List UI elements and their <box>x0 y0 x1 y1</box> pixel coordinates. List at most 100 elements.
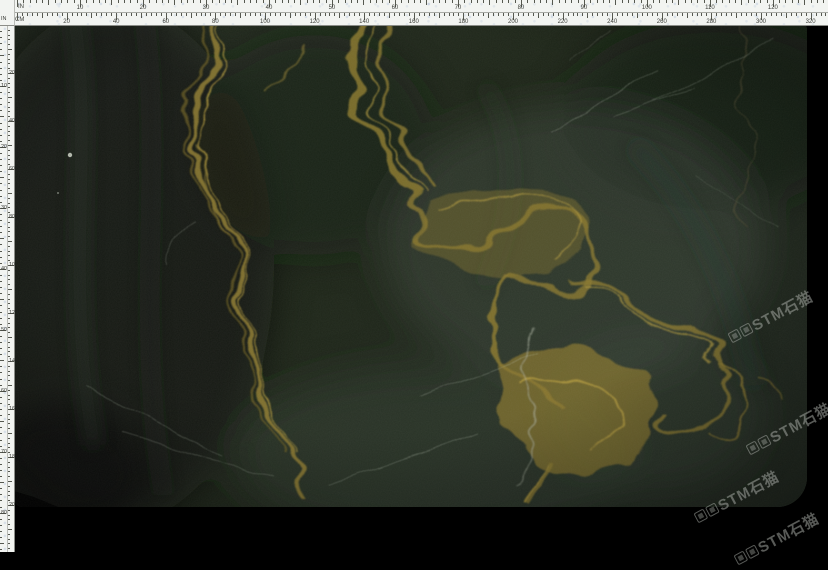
ruler-tick <box>0 171 2 172</box>
ruler-tick <box>464 0 465 3</box>
ruler-tick <box>225 13 226 16</box>
ruler-tick <box>0 153 2 154</box>
ruler-tick <box>27 13 28 16</box>
ruler-tick <box>351 0 352 3</box>
ruler-tick <box>0 421 4 422</box>
watermark-text: STM石猫 <box>754 508 823 558</box>
ruler-tick <box>231 0 232 3</box>
ruler-tick <box>74 0 75 3</box>
ruler-tick <box>245 13 246 16</box>
ruler-tick <box>8 299 10 300</box>
ruler-tick <box>344 13 345 16</box>
ruler-number: 120 <box>768 5 778 11</box>
ruler-tick <box>0 476 2 477</box>
ruler-tick <box>36 0 37 3</box>
slab-image[interactable] <box>14 25 807 507</box>
ruler-tick <box>0 98 2 99</box>
ruler-tick <box>760 0 761 3</box>
ruler-number: 70 <box>455 5 462 11</box>
ruler-tick <box>0 110 2 111</box>
ruler-number: 10 <box>77 5 84 11</box>
ruler-tick <box>379 13 380 16</box>
ruler-tick <box>796 13 797 16</box>
ruler-tick <box>0 385 2 386</box>
ruler-tick <box>250 13 251 16</box>
ruler-tick <box>8 481 12 482</box>
ruler-tick <box>8 241 12 242</box>
ruler-tick <box>8 395 10 396</box>
ruler-tick <box>8 414 10 415</box>
ruler-tick <box>445 0 446 3</box>
ruler-tick <box>0 470 2 471</box>
ruler-tick <box>111 0 112 5</box>
ruler-tick <box>275 13 276 16</box>
ruler-tick <box>0 348 2 349</box>
ruler-tick <box>666 0 667 3</box>
ruler-tick <box>310 13 311 16</box>
ruler-tick <box>325 13 326 16</box>
ruler-tick <box>552 0 553 5</box>
ruler-tick <box>0 31 2 32</box>
ruler-tick <box>130 0 131 3</box>
ruler-tick <box>230 13 231 16</box>
ruler-number: 100 <box>260 19 270 25</box>
ruler-tick <box>578 0 579 3</box>
ruler-tick <box>345 0 346 3</box>
ruler-tick <box>0 318 2 319</box>
ruler-tick <box>8 222 10 223</box>
ruler-tick <box>0 183 2 184</box>
ruler-tick <box>0 80 2 81</box>
ruler-tick <box>518 13 519 16</box>
ruler-tick <box>678 0 679 5</box>
ruler-tick <box>8 227 10 228</box>
ruler-tick <box>201 13 202 16</box>
ruler-tick <box>8 534 10 535</box>
ruler-tick <box>326 0 327 3</box>
ruler-tick <box>8 155 10 156</box>
ruler-tick <box>493 13 494 16</box>
ruler-tick <box>255 13 256 16</box>
ruler-tick <box>8 107 10 108</box>
ruler-tick <box>503 13 504 16</box>
ruler-tick <box>8 443 10 444</box>
ruler-tick <box>582 13 583 16</box>
ruler-tick <box>8 371 10 372</box>
ruler-tick <box>263 0 264 3</box>
ruler-tick <box>776 13 777 16</box>
ruler-number: 90 <box>581 5 588 11</box>
ruler-tick <box>37 13 38 16</box>
ruler-tick <box>8 327 10 328</box>
ruler-tick <box>553 13 554 16</box>
ruler-tick <box>478 13 479 16</box>
ruler-tick <box>0 62 2 63</box>
ruler-tick <box>647 13 648 16</box>
ruler-tick <box>8 433 12 434</box>
ruler-tick <box>424 13 425 16</box>
top-ruler-inches-row: IN 102030405060708090100110120 <box>14 0 828 12</box>
ruler-tick <box>577 13 578 16</box>
ruler-tick <box>602 13 603 16</box>
ruler-tick <box>0 446 2 447</box>
ruler-tick <box>42 0 43 3</box>
ruler-tick <box>691 0 692 3</box>
ruler-tick <box>419 13 420 16</box>
ruler-tick <box>8 198 10 199</box>
ruler-tick <box>338 0 339 3</box>
top-ruler-in-unit-label: IN <box>18 4 24 10</box>
ruler-tick <box>468 13 469 16</box>
ruler-tick <box>329 13 330 16</box>
ruler-tick <box>200 0 201 3</box>
ruler-tick <box>8 145 12 146</box>
ruler-tick <box>32 13 33 16</box>
ruler-number: 20 <box>63 19 70 25</box>
ruler-tick <box>8 342 10 343</box>
ruler-tick <box>8 251 10 252</box>
ruler-tick <box>8 203 10 204</box>
ruler-tick <box>652 13 653 16</box>
ruler-tick <box>798 0 799 3</box>
ruler-tick <box>439 13 440 18</box>
ruler-number: 280 <box>706 19 716 25</box>
ruler-tick <box>0 220 2 221</box>
ruler-tick <box>401 0 402 3</box>
ruler-tick <box>126 13 127 16</box>
